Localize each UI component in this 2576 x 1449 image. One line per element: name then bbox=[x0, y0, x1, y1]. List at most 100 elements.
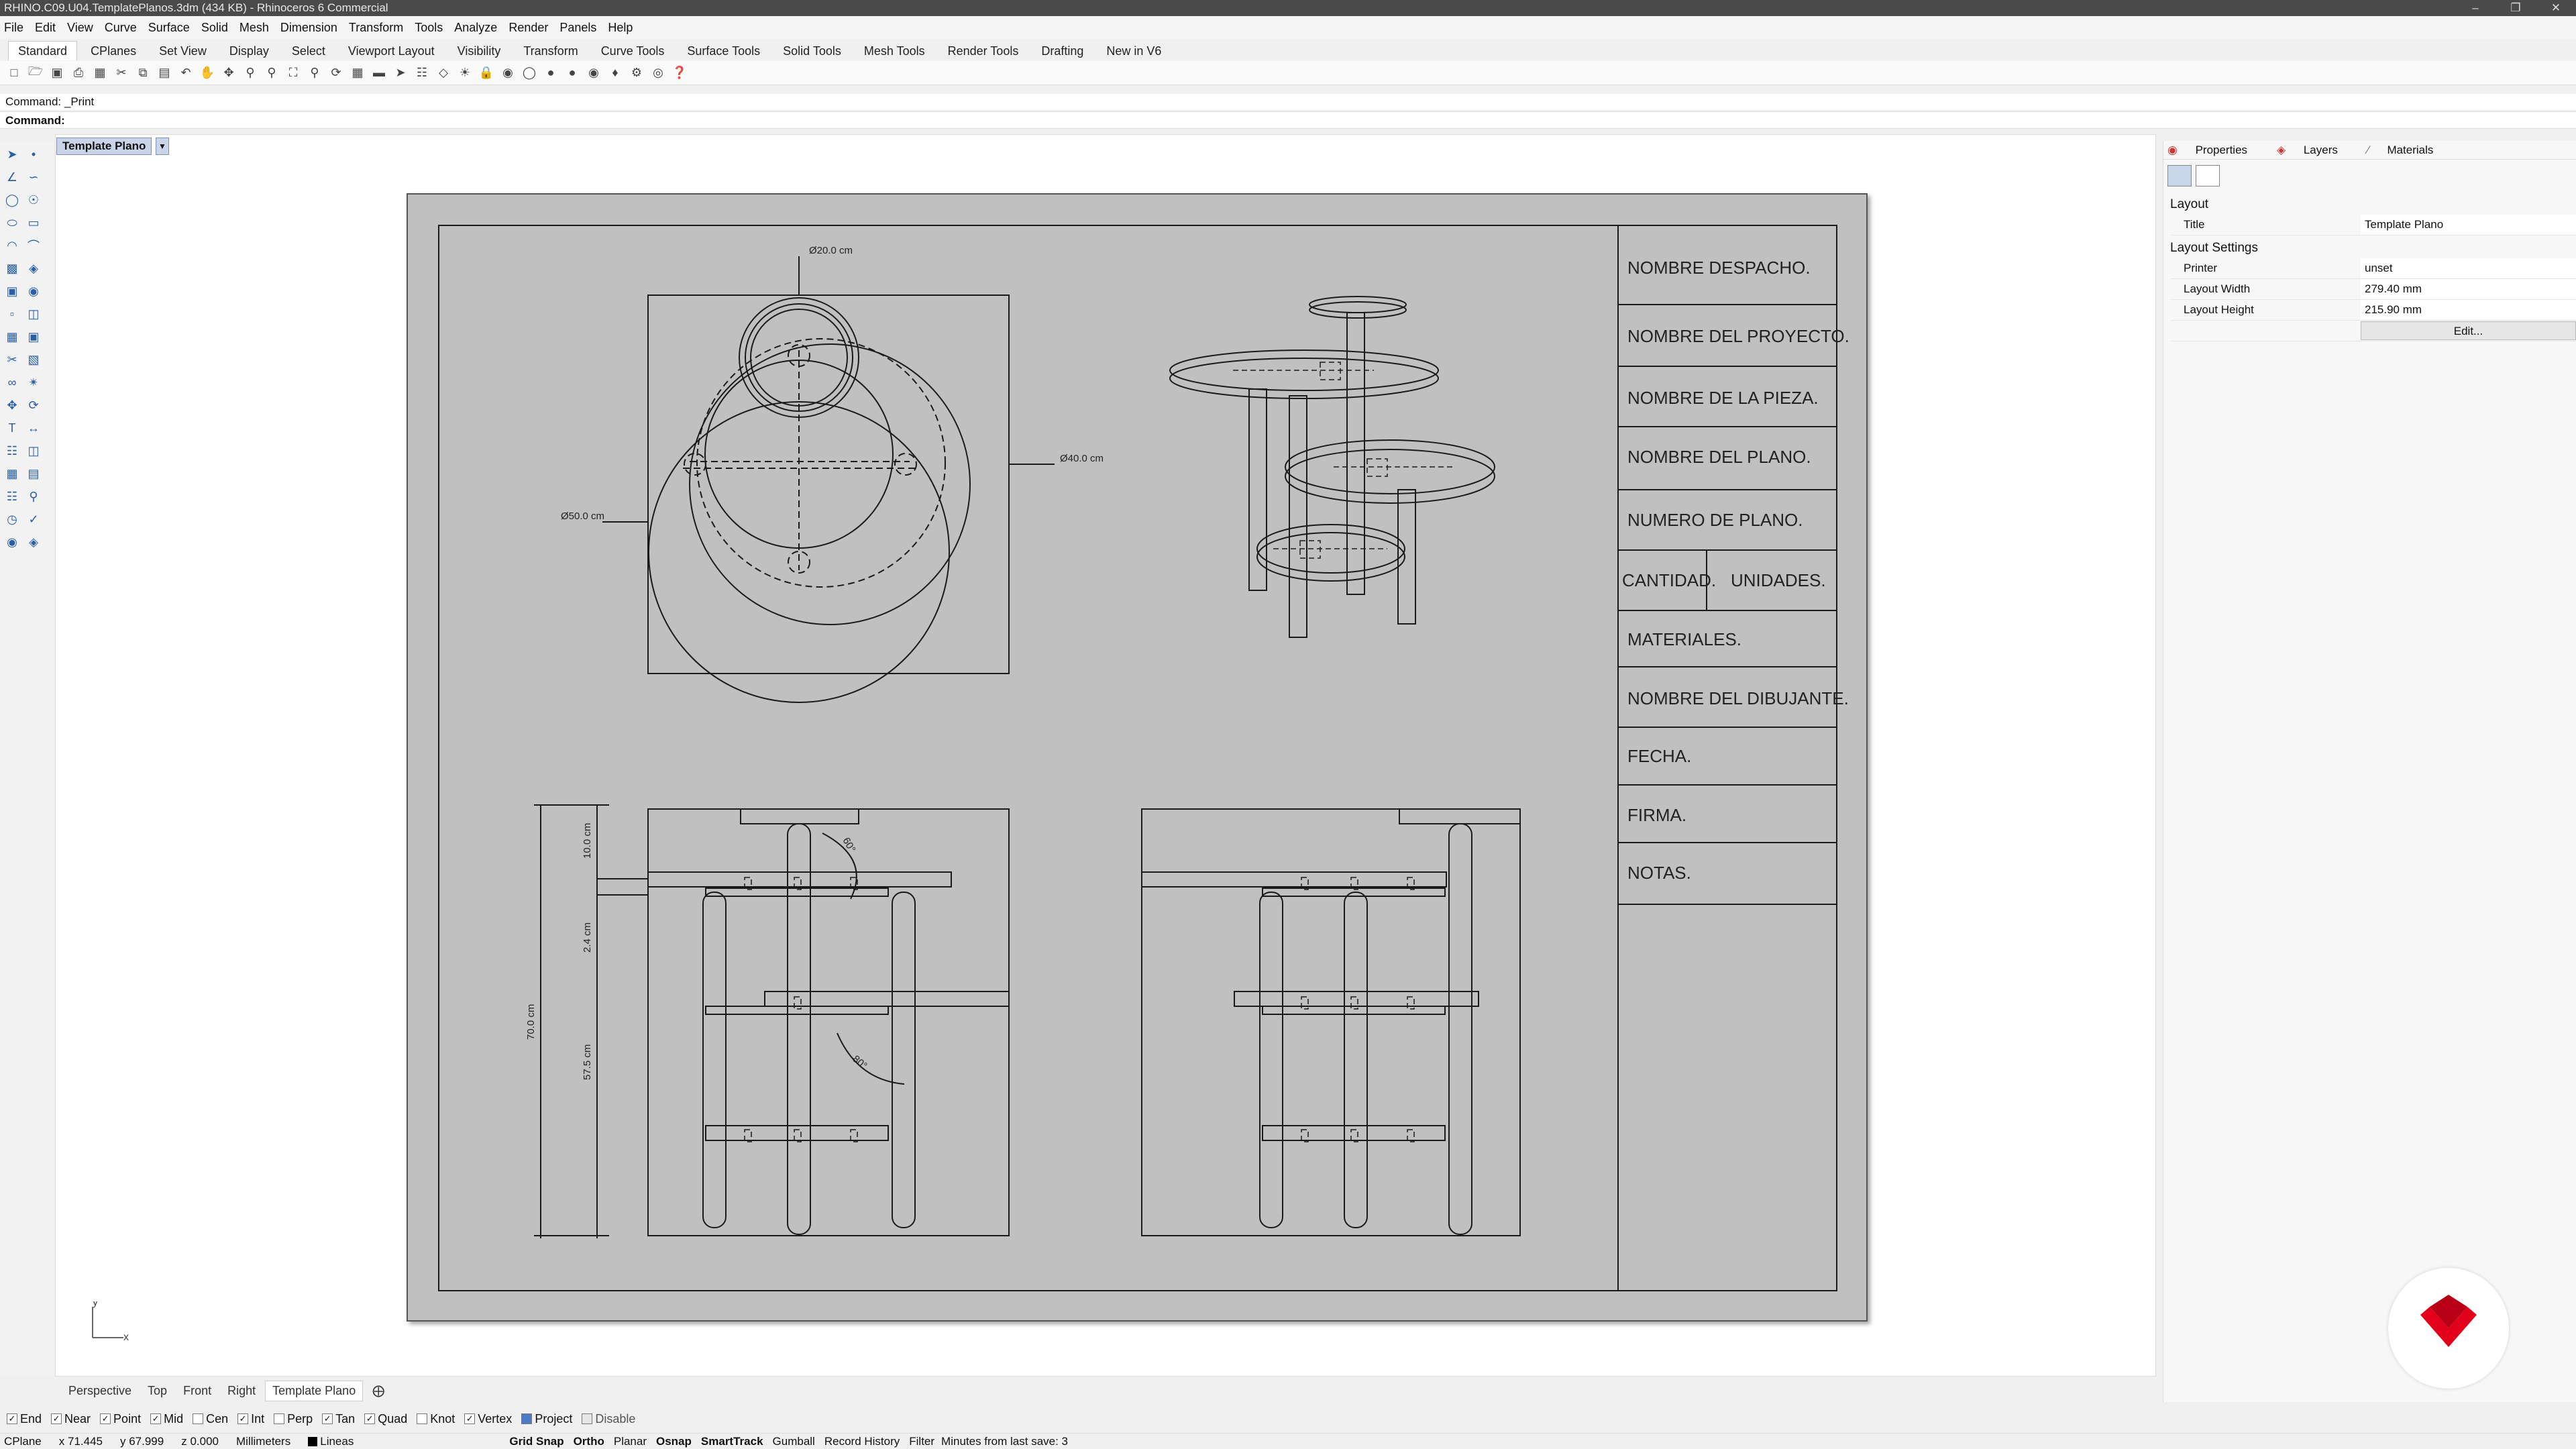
osnap-knot[interactable]: Knot bbox=[417, 1412, 455, 1426]
wireframe-icon[interactable]: ◯ bbox=[521, 64, 538, 82]
menu-analyze[interactable]: Analyze bbox=[454, 21, 497, 35]
light-icon[interactable]: ☀ bbox=[456, 64, 474, 82]
extrude-icon[interactable]: ▫ bbox=[3, 305, 21, 323]
osnap-perp[interactable]: Perp bbox=[274, 1412, 313, 1426]
viewport-menu-chevron-icon[interactable]: ▼ bbox=[156, 138, 169, 155]
minimize-icon[interactable]: – bbox=[2455, 0, 2496, 16]
page-icon[interactable] bbox=[2196, 165, 2220, 186]
point-icon[interactable]: • bbox=[24, 145, 43, 164]
mesh-icon[interactable]: ▦ bbox=[3, 327, 21, 346]
split-icon[interactable]: ▧ bbox=[24, 350, 43, 369]
tab-template-plano[interactable]: Template Plano bbox=[265, 1380, 364, 1401]
grid-tool-icon[interactable]: ☷ bbox=[3, 487, 21, 506]
checkbox-mid[interactable]: ✓ bbox=[150, 1413, 162, 1424]
tab-right[interactable]: Right bbox=[221, 1381, 262, 1401]
loft-icon[interactable]: ◈ bbox=[24, 259, 43, 278]
help-icon[interactable]: ❓ bbox=[671, 64, 688, 82]
globe-icon[interactable]: ◎ bbox=[649, 64, 667, 82]
tab-new-in-v6[interactable]: New in V6 bbox=[1097, 42, 1171, 60]
group-icon[interactable]: ▦ bbox=[3, 464, 21, 483]
osnap-tan[interactable]: ✓ Tan bbox=[322, 1412, 355, 1426]
toggle-gumball[interactable]: Gumball bbox=[773, 1435, 815, 1448]
tab-display[interactable]: Display bbox=[220, 42, 278, 60]
menu-render[interactable]: Render bbox=[508, 21, 548, 35]
camera-icon[interactable] bbox=[2167, 165, 2192, 186]
open-icon[interactable]: 🗁 bbox=[27, 64, 44, 82]
sphere-icon[interactable]: ◉ bbox=[24, 282, 43, 301]
osnap-cen[interactable]: Cen bbox=[193, 1412, 228, 1426]
mesh-edit-icon[interactable]: ▣ bbox=[24, 327, 43, 346]
tab-visibility[interactable]: Visibility bbox=[448, 42, 511, 60]
tab-cplanes[interactable]: CPlanes bbox=[81, 42, 146, 60]
arc-icon[interactable]: ◠ bbox=[3, 236, 21, 255]
zoom-window-icon[interactable]: ⚲ bbox=[263, 64, 280, 82]
undo-icon[interactable]: ↶ bbox=[177, 64, 195, 82]
menu-view[interactable]: View bbox=[67, 21, 93, 35]
menu-dimension[interactable]: Dimension bbox=[280, 21, 337, 35]
layer-icon[interactable]: ◇ bbox=[435, 64, 452, 82]
toggle-record-history[interactable]: Record History bbox=[824, 1435, 900, 1448]
printer-field[interactable]: unset bbox=[2361, 258, 2576, 278]
checkbox-perp[interactable] bbox=[274, 1413, 285, 1424]
tab-viewport-layout[interactable]: Viewport Layout bbox=[339, 42, 444, 60]
menu-panels[interactable]: Panels bbox=[559, 21, 596, 35]
tab-surface-tools[interactable]: Surface Tools bbox=[678, 42, 769, 60]
ellipse-icon[interactable]: ⬭ bbox=[3, 213, 21, 232]
tab-standard[interactable]: Standard bbox=[8, 41, 78, 60]
explode-icon[interactable]: ✴ bbox=[24, 373, 43, 392]
check-icon[interactable]: ✓ bbox=[24, 510, 43, 529]
zoom-selected-icon[interactable]: ⚲ bbox=[306, 64, 323, 82]
checkbox-int[interactable]: ✓ bbox=[237, 1413, 249, 1424]
polyline-icon[interactable]: ∠ bbox=[3, 168, 21, 186]
print-icon[interactable]: ⎙ bbox=[70, 64, 87, 82]
circle-center-icon[interactable]: ☉ bbox=[24, 191, 43, 209]
checkbox-project[interactable] bbox=[521, 1413, 533, 1424]
options-icon[interactable]: ⚙ bbox=[628, 64, 645, 82]
grid-icon[interactable]: ☷ bbox=[413, 64, 431, 82]
cut-icon[interactable]: ✂ bbox=[113, 64, 130, 82]
rotate-view-icon[interactable]: ⟳ bbox=[327, 64, 345, 82]
lightbulb-icon[interactable]: ♦ bbox=[606, 64, 624, 82]
new-icon[interactable]: □ bbox=[5, 64, 23, 82]
tab-drafting[interactable]: Drafting bbox=[1032, 42, 1093, 60]
trim-icon[interactable]: ✂ bbox=[3, 350, 21, 369]
tab-select[interactable]: Select bbox=[282, 42, 335, 60]
checkbox-knot[interactable] bbox=[417, 1413, 428, 1424]
viewport-title[interactable]: Template Plano bbox=[56, 138, 152, 155]
checkbox-end[interactable]: ✓ bbox=[7, 1413, 17, 1424]
save-icon[interactable]: ▣ bbox=[48, 64, 66, 82]
menu-mesh[interactable]: Mesh bbox=[239, 21, 269, 35]
menu-transform[interactable]: Transform bbox=[349, 21, 403, 35]
rotate-icon[interactable]: ⟳ bbox=[24, 396, 43, 415]
zoom-icon[interactable]: ⚲ bbox=[241, 64, 259, 82]
status-cplane[interactable]: CPlane bbox=[4, 1435, 42, 1448]
layout-width-field[interactable]: 279.40 mm bbox=[2361, 279, 2576, 299]
lock-icon[interactable]: 🔒 bbox=[478, 64, 495, 82]
tab-solid-tools[interactable]: Solid Tools bbox=[773, 42, 851, 60]
dimension-icon[interactable]: ↔ bbox=[24, 419, 43, 437]
command-line[interactable]: Command: bbox=[0, 111, 2576, 129]
osnap-point[interactable]: ✓ Point bbox=[100, 1412, 141, 1426]
menu-curve[interactable]: Curve bbox=[105, 21, 137, 35]
osnap-int[interactable]: ✓ Int bbox=[237, 1412, 264, 1426]
osnap-project[interactable]: Project bbox=[521, 1412, 572, 1426]
tab-perspective[interactable]: Perspective bbox=[62, 1381, 138, 1401]
circle-icon[interactable]: ◯ bbox=[3, 191, 21, 209]
rectangle-icon[interactable]: ▭ bbox=[24, 213, 43, 232]
tab-layers[interactable]: ◈ Layers bbox=[2277, 144, 2353, 157]
tab-set-view[interactable]: Set View bbox=[150, 42, 216, 60]
four-views-icon[interactable]: ▦ bbox=[349, 64, 366, 82]
rendered-icon[interactable]: ● bbox=[564, 64, 581, 82]
menu-tools[interactable]: Tools bbox=[415, 21, 443, 35]
material-icon[interactable]: ◉ bbox=[499, 64, 517, 82]
checkbox-vertex[interactable]: ✓ bbox=[464, 1413, 476, 1424]
osnap-quad[interactable]: ✓ Quad bbox=[364, 1412, 407, 1426]
osnap-end[interactable]: ✓ End bbox=[7, 1412, 42, 1426]
layout-sheet[interactable]: NOMBRE DESPACHO. NOMBRE DEL PROYECTO. NO… bbox=[407, 193, 1868, 1322]
history-icon[interactable]: ◷ bbox=[3, 510, 21, 529]
tab-render-tools[interactable]: Render Tools bbox=[938, 42, 1028, 60]
properties-icon[interactable]: ▦ bbox=[91, 64, 109, 82]
title-field[interactable]: Template Plano bbox=[2361, 215, 2576, 235]
copy-icon[interactable]: ⧉ bbox=[134, 64, 152, 82]
pan-icon[interactable]: ✋ bbox=[199, 64, 216, 82]
